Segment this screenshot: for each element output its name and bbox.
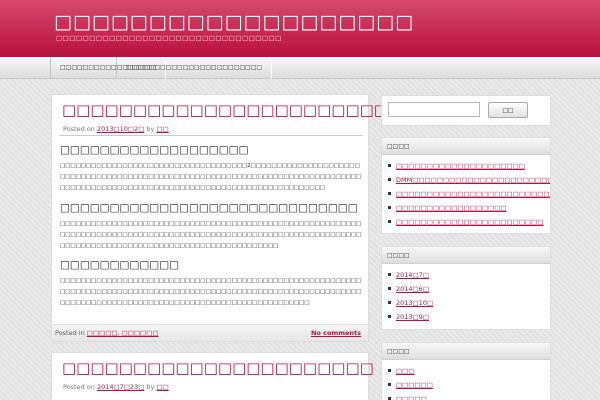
- section-heading-3: □□□□□□□□□□□□: [60, 259, 180, 271]
- divider: [59, 135, 363, 136]
- list-item[interactable]: 2013□9□: [387, 310, 550, 324]
- site-title[interactable]: □□□□□□□□□□□□□□□□□□□: [54, 11, 414, 33]
- post-author-link[interactable]: □□: [156, 125, 168, 133]
- list-item[interactable]: □□□□□: [387, 392, 550, 400]
- post-date-link[interactable]: 2014□7□23□: [97, 383, 144, 391]
- list-item[interactable]: □□□□□□□□□□□□□□□□□□□□□: [387, 159, 550, 173]
- footer-prefix: Posted in: [55, 329, 85, 337]
- list-item[interactable]: □□□□□□□□□□□□□□□□□□□□□□□□: [387, 215, 550, 229]
- section-heading-1: □□□□□□□□□□□□□□□□□□□: [60, 144, 249, 156]
- post-1: □□□□□□□□□□□□□□□□□□□□□□□□ Posted on 2013□…: [51, 94, 402, 342]
- list-item[interactable]: □□□: [387, 364, 550, 378]
- site-header: □□□□□□□□□□□□□□□□□□□ □□□□□□□□□□□□□□□□□□□□…: [0, 0, 600, 57]
- search-widget: □□: [381, 95, 551, 126]
- post-footer: Posted in □□□□□, □□□□□□ No comments: [52, 324, 368, 341]
- section-paragraph-3: □□□□□□□□□□□□□□□□□□□□□□□□□□□□□□□□□□□□□□□□…: [60, 278, 362, 306]
- post-title[interactable]: □□□□□□□□□□□□□□□□□□□□□□: [62, 359, 374, 377]
- meta-prefix: Posted on: [63, 125, 95, 133]
- category-links[interactable]: □□□□□, □□□□□□: [87, 329, 159, 337]
- meta-prefix: Posted on: [63, 383, 95, 391]
- recent-posts-list: □□□□□□□□□□□□□□□□□□□□□ DMM□□□□□□□□□□□□□□□…: [382, 155, 550, 229]
- archives-widget: □□□□ 2014□7□ 2014□6□ 2013□10□ 2013□9□: [381, 246, 551, 330]
- post-author-link[interactable]: □□: [156, 383, 168, 391]
- widget-title: □□□□: [382, 343, 550, 360]
- section-paragraph-1: □□□□□□□□□□□□□□□□□□□□□□□□□□□□□□□□□□□□2□□□…: [60, 163, 362, 191]
- meta-by: by: [146, 383, 155, 391]
- categories-list: □□□ □□□□□□ □□□□□: [382, 360, 550, 400]
- post-categories: Posted in □□□□□, □□□□□□: [55, 325, 158, 341]
- search-input[interactable]: [388, 102, 480, 117]
- list-item[interactable]: DMM□□□□□□□□□□□□□□□□□□□□□□□□: [387, 173, 550, 187]
- meta-by: by: [146, 125, 155, 133]
- list-item[interactable]: 2014□7□: [387, 268, 550, 282]
- list-item[interactable]: 2013□10□: [387, 296, 550, 310]
- main-nav: □□□□□□□□□□□□□□□□□ □□□□□□□□□□□□□□□□□□□□□□…: [0, 57, 600, 79]
- post-meta: Posted on 2013□10□2□ by □□: [63, 125, 169, 133]
- recent-posts-widget: □□□□ □□□□□□□□□□□□□□□□□□□□□ DMM□□□□□□□□□□…: [381, 137, 551, 234]
- section-paragraph-2: □□□□□□□□□□□□□□□□□□□□□□□□□□□□□□□□□□□□□□□□…: [60, 221, 362, 249]
- post-2: □□□□□□□□□□□□□□□□□□□□□□ Posted on 2014□7□…: [51, 352, 374, 400]
- post-meta: Posted on 2014□7□23□ by □□: [63, 383, 169, 391]
- site-description: □□□□□□□□□□□□□□□□□□□□□□□□□□□□□□□□□□: [56, 34, 282, 42]
- widget-title: □□□□: [382, 138, 550, 155]
- search-button[interactable]: □□: [488, 102, 528, 118]
- section-heading-2: □□□□□□□□□□□□□□□□□□□□□□□□□□□□□□: [60, 202, 358, 214]
- list-item[interactable]: 2014□6□: [387, 282, 550, 296]
- list-item[interactable]: □□□□□□□□□□□□□□□□□□: [387, 201, 550, 215]
- post-title[interactable]: □□□□□□□□□□□□□□□□□□□□□□□□: [62, 101, 402, 119]
- list-item[interactable]: □□□□□□: [387, 378, 550, 392]
- categories-widget: □□□□ □□□ □□□□□□ □□□□□: [381, 342, 551, 400]
- nav-item-2[interactable]: □□□□□□□□□□□□□□□□□□□□□□□□: [116, 57, 273, 79]
- post-date-link[interactable]: 2013□10□2□: [97, 125, 144, 133]
- widget-title: □□□□: [382, 247, 550, 264]
- comments-link[interactable]: No comments: [311, 325, 361, 341]
- archives-list: 2014□7□ 2014□6□ 2013□10□ 2013□9□: [382, 264, 550, 324]
- list-item[interactable]: □□□□□□□□□□□□□□□□□□□□□□□□□□: [387, 187, 550, 201]
